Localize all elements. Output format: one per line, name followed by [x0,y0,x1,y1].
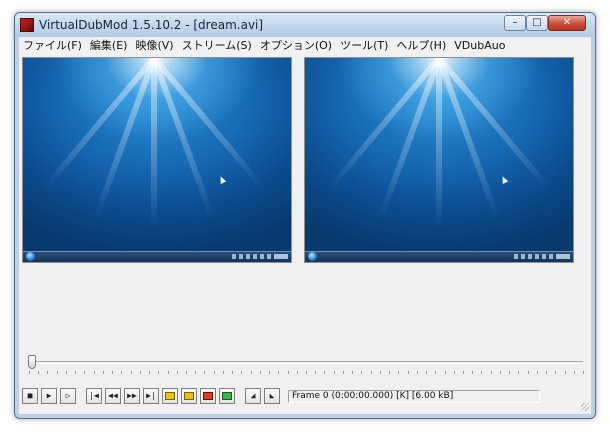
menu-tools[interactable]: ツール(T) [336,37,392,55]
go-end-button[interactable]: ▶| [143,388,159,404]
go-start-button[interactable]: |◀ [86,388,102,404]
output-video-pane[interactable] [304,57,574,263]
menu-edit[interactable]: 編集(E) [86,37,132,55]
start-orb-icon [26,252,35,261]
menu-options[interactable]: オプション(O) [256,37,336,55]
start-orb-icon [308,252,317,261]
prev-keyframe-button[interactable] [162,388,178,404]
close-button[interactable]: ✕ [548,15,586,31]
resize-grip-icon[interactable] [581,403,589,411]
output-frame-image [305,58,573,254]
cursor-icon [499,175,509,184]
window-title: VirtualDubMod 1.5.10.2 - [dream.avi] [39,18,264,32]
play-input-button[interactable]: ▶ [41,388,57,404]
input-video-pane[interactable] [22,57,292,263]
menu-streams[interactable]: ストリーム(S) [178,37,256,55]
tray-icons [514,254,570,260]
key-icon [165,392,175,400]
next-frame-button[interactable]: ▶▶ [124,388,140,404]
client-area: ■ ▶ ▷ |◀ ◀◀ ▶▶ ▶| ◢ ◣ Frame 0 (0:00:00.0… [19,55,591,414]
title-bar[interactable]: VirtualDubMod 1.5.10.2 - [dream.avi] – □… [15,13,595,37]
app-icon[interactable] [20,18,34,32]
mark-in-button[interactable]: ◢ [245,388,261,404]
timeline-thumb[interactable] [28,355,36,369]
menu-video[interactable]: 映像(V) [131,37,177,55]
menu-file[interactable]: ファイル(F) [19,37,86,55]
input-frame-image [23,58,291,254]
menu-help[interactable]: ヘルプ(H) [392,37,450,55]
frame-status: Frame 0 (0:00:00.000) [K] [6.00 kB] [288,390,540,403]
stop-button[interactable]: ■ [22,388,38,404]
maximize-button[interactable]: □ [526,15,548,31]
next-scene-button[interactable] [219,388,235,404]
minimize-button[interactable]: – [504,15,526,31]
key-icon [184,392,194,400]
taskbar-preview [305,251,573,262]
menu-vdubauo[interactable]: VDubAuo [450,37,509,55]
timeline-track[interactable] [29,361,583,364]
play-output-button[interactable]: ▷ [60,388,76,404]
next-keyframe-button[interactable] [181,388,197,404]
scene-icon [222,392,232,400]
prev-scene-button[interactable] [200,388,216,404]
scene-icon [203,392,213,400]
timeline-ticks [29,371,584,375]
tray-icons [232,254,288,260]
menu-bar: ファイル(F) 編集(E) 映像(V) ストリーム(S) オプション(O) ツー… [19,37,591,56]
mark-out-button[interactable]: ◣ [264,388,280,404]
cursor-icon [217,175,227,184]
taskbar-preview [23,251,291,262]
app-window: VirtualDubMod 1.5.10.2 - [dream.avi] – □… [14,12,596,419]
prev-frame-button[interactable]: ◀◀ [105,388,121,404]
